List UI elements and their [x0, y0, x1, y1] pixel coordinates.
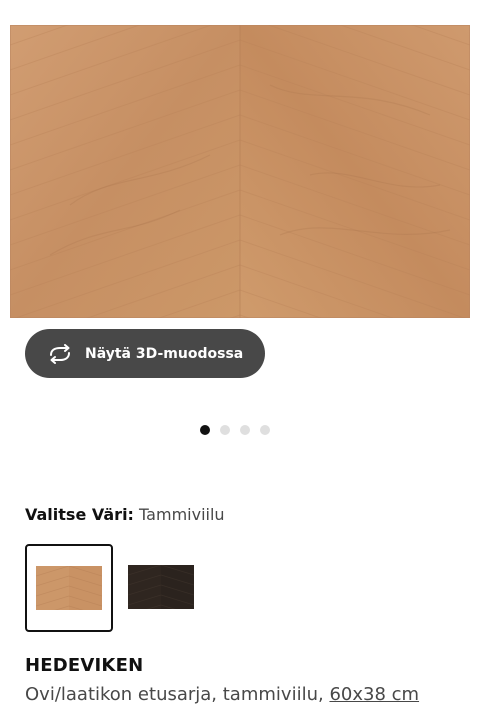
color-selector-heading: Valitse Väri: Tammiviilu — [25, 505, 225, 524]
carousel-dot-3[interactable] — [240, 425, 250, 435]
product-description-text: Ovi/laatikon etusarja, tammiviilu, — [25, 684, 324, 705]
product-image[interactable] — [10, 25, 470, 318]
product-description: Ovi/laatikon etusarja, tammiviilu, 60x38… — [25, 684, 419, 705]
carousel-dots — [200, 425, 280, 435]
view-3d-button[interactable]: Näytä 3D-muodossa — [25, 329, 265, 378]
product-name: HEDEVIKEN — [25, 655, 144, 676]
view-3d-label: Näytä 3D-muodossa — [85, 345, 244, 362]
carousel-dot-1[interactable] — [200, 425, 210, 435]
color-label: Valitse Väri: — [25, 505, 134, 524]
color-swatch-oak-veneer[interactable] — [25, 544, 113, 632]
oak-veneer-chip — [36, 566, 102, 610]
color-value: Tammiviilu — [139, 505, 225, 524]
rotate-3d-icon — [47, 343, 73, 364]
color-swatch-dark[interactable] — [128, 565, 194, 609]
product-size-link[interactable]: 60x38 cm — [329, 684, 419, 705]
carousel-dot-4[interactable] — [260, 425, 270, 435]
carousel-dot-2[interactable] — [220, 425, 230, 435]
